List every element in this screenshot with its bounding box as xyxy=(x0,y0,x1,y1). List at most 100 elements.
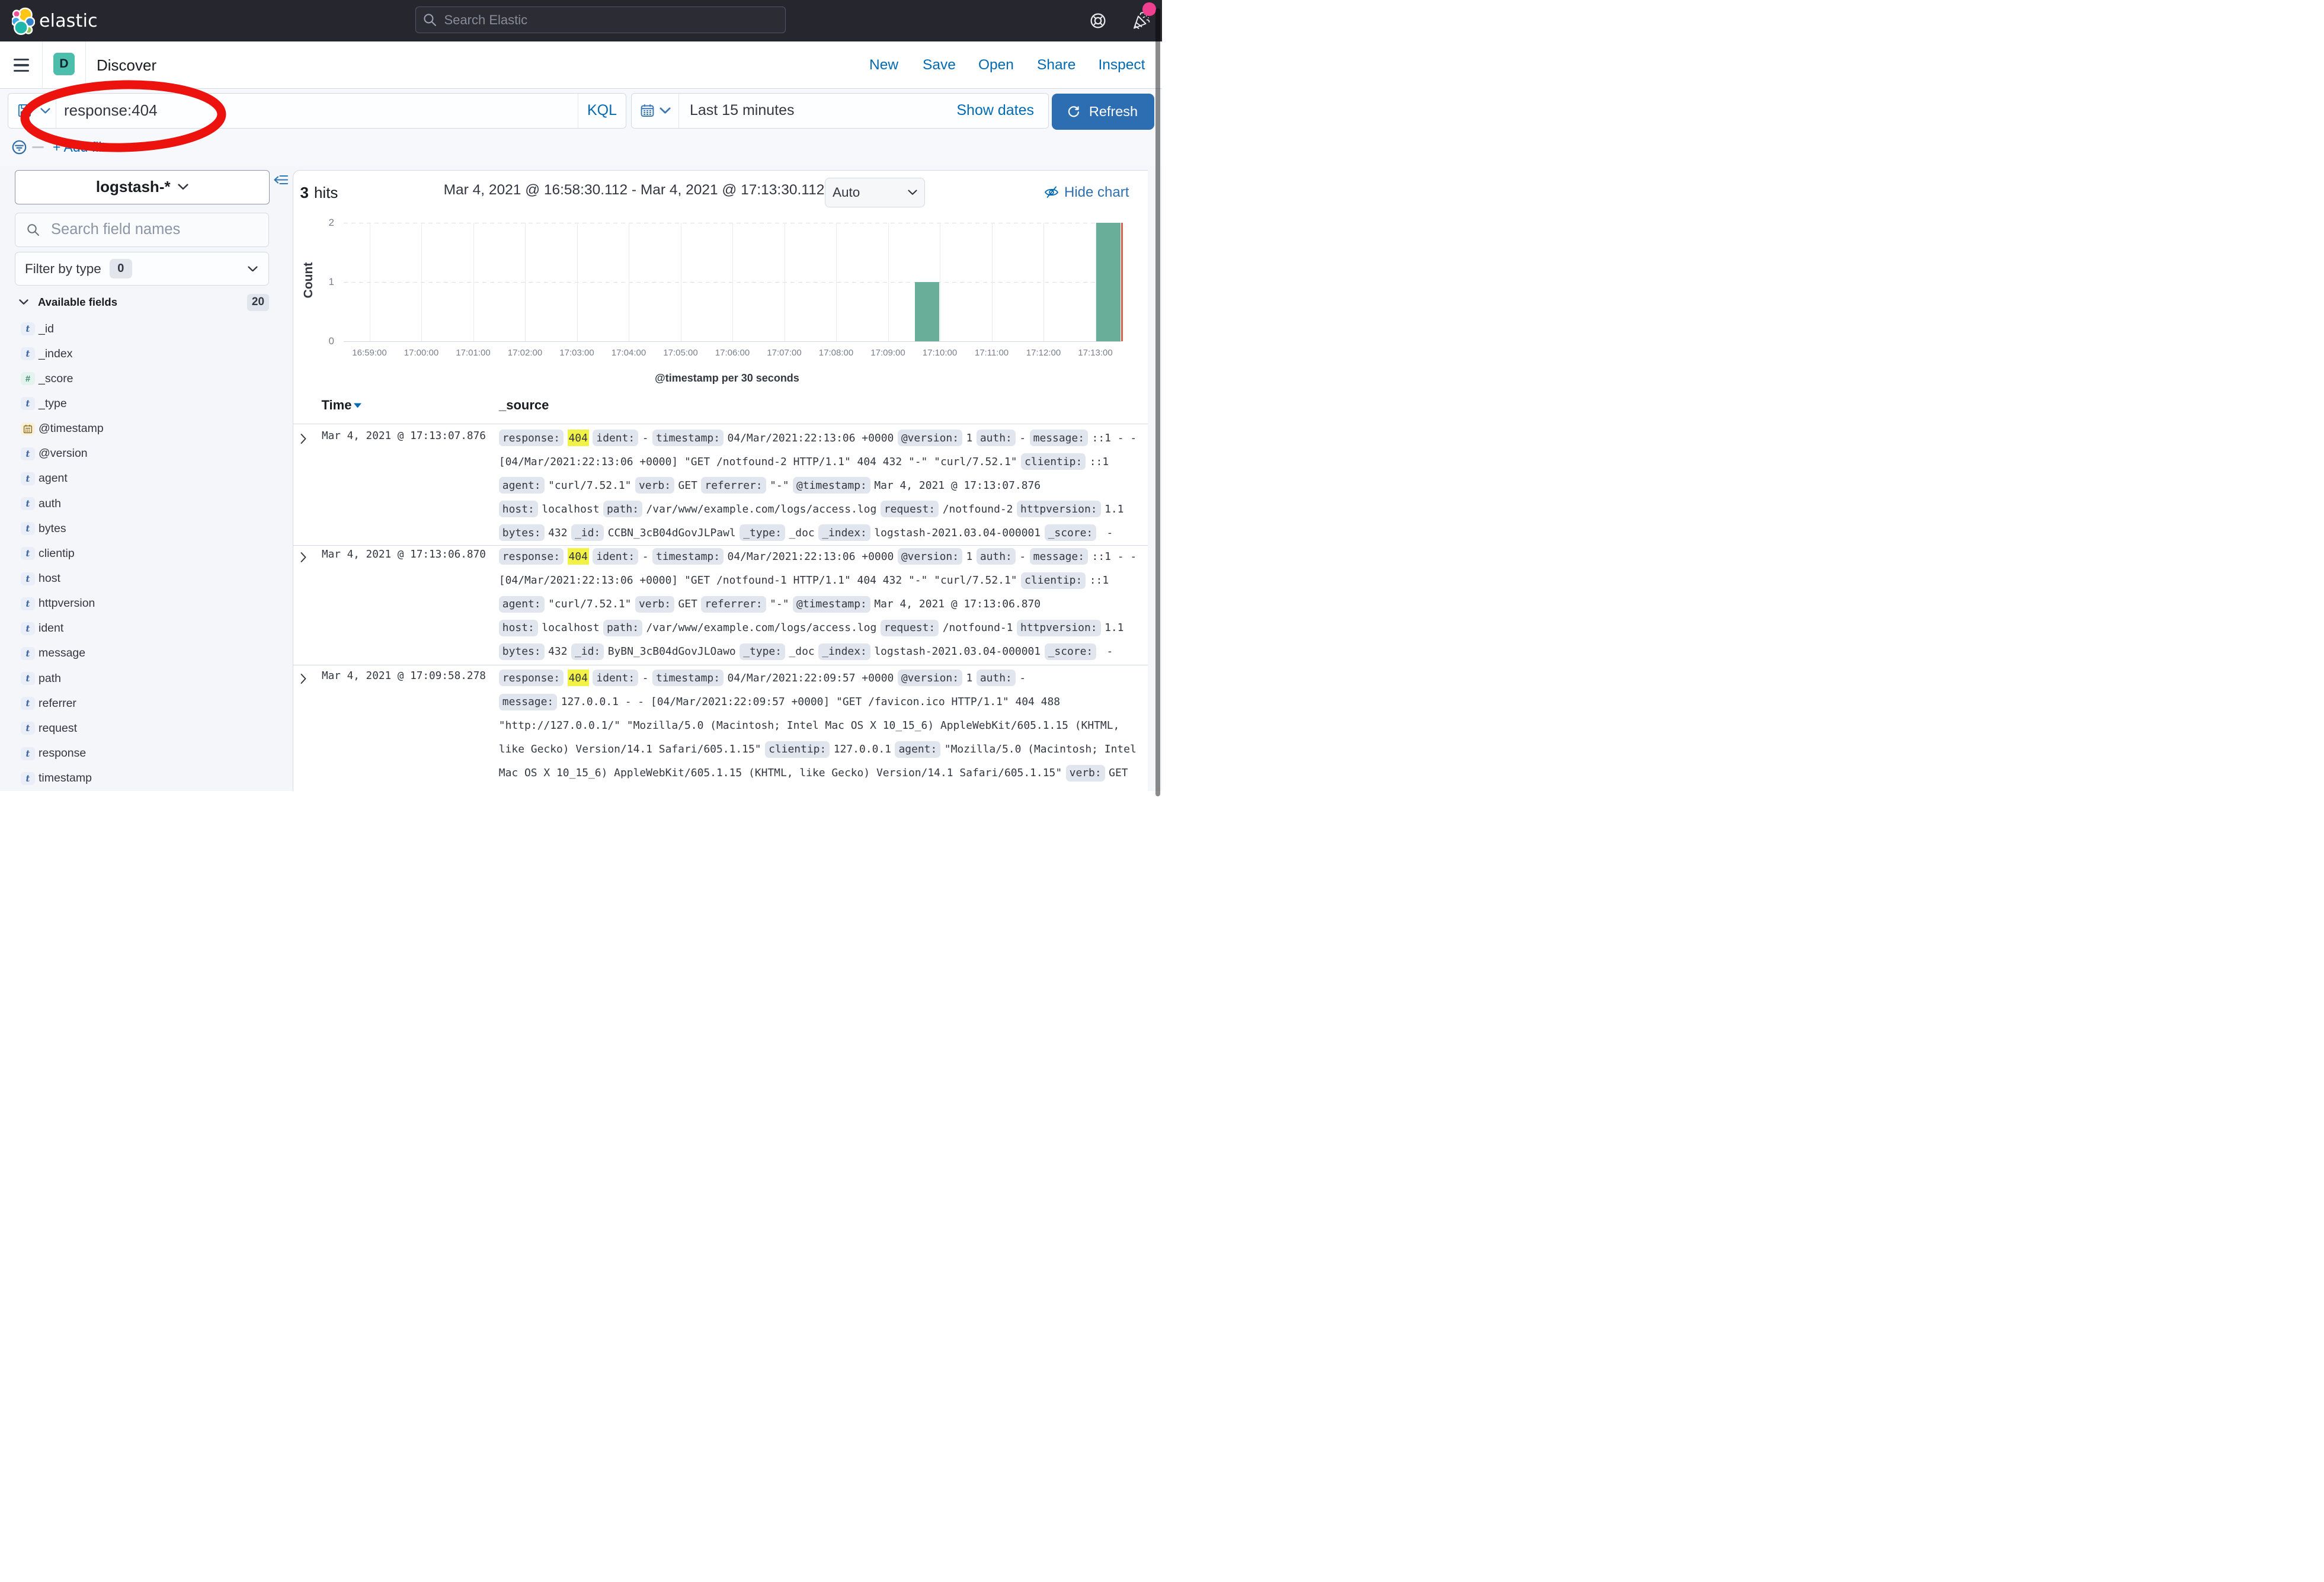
source-line: Mac OS X 10_15_6) AppleWebKit/605.1.15 (… xyxy=(499,761,1128,785)
time-range-value[interactable]: Last 15 minutes xyxy=(690,102,956,119)
collapse-sidebar-icon[interactable] xyxy=(274,175,288,185)
search-icon xyxy=(422,12,437,27)
show-dates-button[interactable]: Show dates xyxy=(956,102,1034,119)
field-item-auth[interactable]: tauth xyxy=(21,497,61,511)
field-value: /notfound-2 xyxy=(943,503,1013,515)
field-item-message[interactable]: tmessage xyxy=(21,646,85,661)
index-pattern-select[interactable]: logstash-* xyxy=(15,170,270,204)
field-value: 1.1 xyxy=(1105,622,1123,634)
string-field-icon: t xyxy=(21,347,35,360)
x-tick: 17:09:00 xyxy=(870,348,905,358)
field-value: like Gecko) Version/14.1 Safari/605.1.15… xyxy=(499,743,761,755)
field-name-badge: _index: xyxy=(818,524,870,541)
field-value: 1 xyxy=(966,432,973,444)
field-item-timestamp[interactable]: ttimestamp xyxy=(21,771,92,786)
field-item-agent[interactable]: tagent xyxy=(21,472,68,486)
field-item-@timestamp[interactable]: @timestamp xyxy=(21,422,104,436)
top-menu-open[interactable]: Open xyxy=(978,41,1014,89)
field-value: ByBN_3cB04dGovJLOawo xyxy=(608,645,736,658)
query-language-button[interactable]: KQL xyxy=(578,94,626,129)
field-item-request[interactable]: trequest xyxy=(21,721,77,735)
histogram-bar[interactable] xyxy=(915,282,939,341)
chevron-down-icon xyxy=(660,107,671,114)
scrollbar-thumb[interactable] xyxy=(1155,8,1161,796)
field-search-input[interactable]: Search field names xyxy=(15,213,269,247)
field-name-badge: @timestamp: xyxy=(793,596,870,613)
field-name-badge: bytes: xyxy=(499,524,545,541)
gridline-vertical xyxy=(836,223,837,341)
filter-by-type-select[interactable]: Filter by type 0 xyxy=(15,252,269,286)
menu-icon[interactable] xyxy=(14,59,29,72)
field-item-referrer[interactable]: treferrer xyxy=(21,696,76,710)
top-menu-share[interactable]: Share xyxy=(1037,41,1075,89)
string-field-icon: t xyxy=(21,647,35,660)
field-item-response[interactable]: tresponse xyxy=(21,747,86,761)
field-value: ::1 - - xyxy=(1092,550,1137,563)
hide-chart-button[interactable]: Hide chart xyxy=(1044,184,1129,200)
expand-row-icon[interactable] xyxy=(300,433,307,445)
field-item-ident[interactable]: tident xyxy=(21,622,63,636)
field-value: - xyxy=(642,432,649,444)
gridline-vertical xyxy=(888,223,889,341)
field-value: Mar 4, 2021 @ 17:13:06.870 xyxy=(874,598,1041,610)
elastic-logo-icon[interactable] xyxy=(12,7,35,35)
help-icon[interactable] xyxy=(1090,12,1106,29)
chevron-down-icon xyxy=(178,184,188,190)
column-header-source[interactable]: _source xyxy=(499,398,549,413)
top-menu-save[interactable]: Save xyxy=(923,41,956,89)
field-item-_type[interactable]: t_type xyxy=(21,396,67,411)
histogram-bar[interactable] xyxy=(1096,223,1121,341)
source-line: host:localhostpath:/var/www/example.com/… xyxy=(499,616,1124,640)
field-name-badge: clientip: xyxy=(1021,453,1086,470)
field-item-bytes[interactable]: tbytes xyxy=(21,521,66,536)
brand-name: elastic xyxy=(39,0,98,41)
field-value: GET xyxy=(678,479,697,492)
field-name-badge: _id: xyxy=(571,524,604,541)
field-value: - xyxy=(1019,550,1026,563)
source-line: message:127.0.0.1 - - [04/Mar/2021:22:09… xyxy=(499,690,1060,714)
top-menu-new[interactable]: New xyxy=(869,41,898,89)
field-item-host[interactable]: thost xyxy=(21,572,60,586)
sort-descending-icon[interactable] xyxy=(353,402,363,409)
column-header-time[interactable]: Time xyxy=(322,398,363,413)
expand-row-icon[interactable] xyxy=(300,672,307,685)
x-tick: 17:11:00 xyxy=(975,348,1009,358)
x-tick: 17:01:00 xyxy=(456,348,490,358)
expand-row-icon[interactable] xyxy=(300,551,307,563)
field-name-badge: ident: xyxy=(593,430,638,446)
x-tick: 17:03:00 xyxy=(559,348,594,358)
field-name-badge: verb: xyxy=(635,477,674,494)
field-item-clientip[interactable]: tclientip xyxy=(21,546,75,561)
field-item-path[interactable]: tpath xyxy=(21,671,61,686)
field-item-httpversion[interactable]: thttpversion xyxy=(21,597,95,611)
field-name-badge: message: xyxy=(499,694,557,710)
string-field-icon: t xyxy=(21,622,35,635)
string-field-icon: t xyxy=(21,672,35,685)
annotation-red-ellipse xyxy=(12,72,238,161)
field-item-_score[interactable]: #_score xyxy=(21,372,73,386)
field-value: "curl/7.52.1" xyxy=(548,598,631,610)
field-name-badge: _type: xyxy=(740,524,785,541)
row-time: Mar 4, 2021 @ 17:09:58.278 xyxy=(322,670,486,682)
field-name-badge: timestamp: xyxy=(652,430,724,446)
global-search-input[interactable]: Search Elastic xyxy=(415,7,786,33)
source-line: agent:"curl/7.52.1"verb:GETreferrer:"-"@… xyxy=(499,593,1041,616)
field-value: 432 xyxy=(548,527,567,539)
top-menu-inspect[interactable]: Inspect xyxy=(1099,41,1145,89)
refresh-button[interactable]: Refresh xyxy=(1052,94,1154,130)
field-value: logstash-2021.03.04-000001 xyxy=(874,527,1041,539)
field-value: Mar 4, 2021 @ 17:13:07.876 xyxy=(874,479,1041,492)
field-value: [04/Mar/2021:22:13:06 +0000] "GET /notfo… xyxy=(499,456,1017,468)
field-item-@version[interactable]: t@version xyxy=(21,447,88,461)
field-value: [04/Mar/2021:22:13:06 +0000] "GET /notfo… xyxy=(499,574,1017,587)
field-name-badge: clientip: xyxy=(765,741,830,758)
string-field-icon: t xyxy=(21,497,35,510)
field-name-badge: _score: xyxy=(1045,524,1097,541)
field-name-badge: agent: xyxy=(499,596,545,613)
available-fields-header[interactable]: Available fields 20 xyxy=(15,293,269,312)
date-quick-select-button[interactable] xyxy=(632,94,679,129)
field-item-_id[interactable]: t_id xyxy=(21,322,54,336)
date-picker: Last 15 minutes Show dates xyxy=(631,93,1049,129)
interval-select[interactable]: Auto xyxy=(825,178,925,207)
field-item-_index[interactable]: t_index xyxy=(21,347,72,361)
